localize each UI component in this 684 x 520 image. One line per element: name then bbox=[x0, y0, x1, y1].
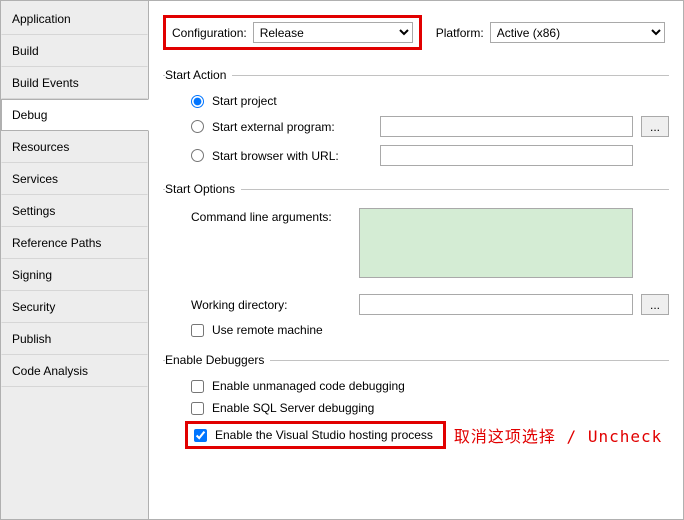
sql-debug-label: Enable SQL Server debugging bbox=[212, 401, 374, 415]
tab-build-events[interactable]: Build Events bbox=[1, 67, 148, 99]
tab-build[interactable]: Build bbox=[1, 35, 148, 67]
tab-security[interactable]: Security bbox=[1, 291, 148, 323]
enable-debuggers-legend: Enable Debuggers bbox=[165, 353, 270, 367]
tab-resources[interactable]: Resources bbox=[1, 131, 148, 163]
tab-code-analysis[interactable]: Code Analysis bbox=[1, 355, 148, 387]
tab-signing[interactable]: Signing bbox=[1, 259, 148, 291]
start-action-legend: Start Action bbox=[165, 68, 232, 82]
vshost-label: Enable the Visual Studio hosting process bbox=[215, 428, 433, 442]
use-remote-label: Use remote machine bbox=[212, 323, 323, 337]
sql-debug-checkbox[interactable] bbox=[191, 402, 204, 415]
start-external-label: Start external program: bbox=[212, 120, 372, 134]
unmanaged-debug-checkbox[interactable] bbox=[191, 380, 204, 393]
start-external-radio[interactable] bbox=[191, 120, 204, 133]
debug-panel: Configuration: Release Platform: Active … bbox=[149, 1, 683, 519]
start-options-legend: Start Options bbox=[165, 182, 241, 196]
platform-label: Platform: bbox=[436, 26, 484, 40]
tab-debug[interactable]: Debug bbox=[1, 99, 149, 131]
sidebar-tabs: Application Build Build Events Debug Res… bbox=[1, 1, 149, 519]
start-browser-radio[interactable] bbox=[191, 149, 204, 162]
start-browser-label: Start browser with URL: bbox=[212, 149, 372, 163]
platform-select[interactable]: Active (x86) bbox=[490, 22, 665, 43]
unmanaged-debug-label: Enable unmanaged code debugging bbox=[212, 379, 405, 393]
cmd-args-textarea[interactable] bbox=[359, 208, 633, 278]
enable-debuggers-group: Enable Debuggers Enable unmanaged code d… bbox=[163, 353, 669, 449]
tab-reference-paths[interactable]: Reference Paths bbox=[1, 227, 148, 259]
start-external-input[interactable] bbox=[380, 116, 633, 137]
working-dir-label: Working directory: bbox=[191, 298, 351, 312]
cmd-args-label: Command line arguments: bbox=[191, 208, 351, 224]
start-external-browse-button[interactable]: ... bbox=[641, 116, 669, 137]
tab-publish[interactable]: Publish bbox=[1, 323, 148, 355]
tab-settings[interactable]: Settings bbox=[1, 195, 148, 227]
start-options-group: Start Options Command line arguments: Wo… bbox=[163, 182, 669, 341]
annotation-text: 取消这项选择 / Uncheck bbox=[454, 423, 662, 447]
configuration-select[interactable]: Release bbox=[253, 22, 413, 43]
working-dir-browse-button[interactable]: ... bbox=[641, 294, 669, 315]
start-project-label: Start project bbox=[212, 94, 372, 108]
start-browser-input[interactable] bbox=[380, 145, 633, 166]
start-project-radio[interactable] bbox=[191, 95, 204, 108]
tab-services[interactable]: Services bbox=[1, 163, 148, 195]
use-remote-checkbox[interactable] bbox=[191, 324, 204, 337]
working-dir-input[interactable] bbox=[359, 294, 633, 315]
vshost-checkbox[interactable] bbox=[194, 429, 207, 442]
vshost-highlight: Enable the Visual Studio hosting process bbox=[185, 421, 446, 449]
start-action-group: Start Action Start project Start externa… bbox=[163, 68, 669, 170]
configuration-label: Configuration: bbox=[172, 26, 247, 40]
configuration-highlight: Configuration: Release bbox=[163, 15, 422, 50]
tab-application[interactable]: Application bbox=[1, 3, 148, 35]
